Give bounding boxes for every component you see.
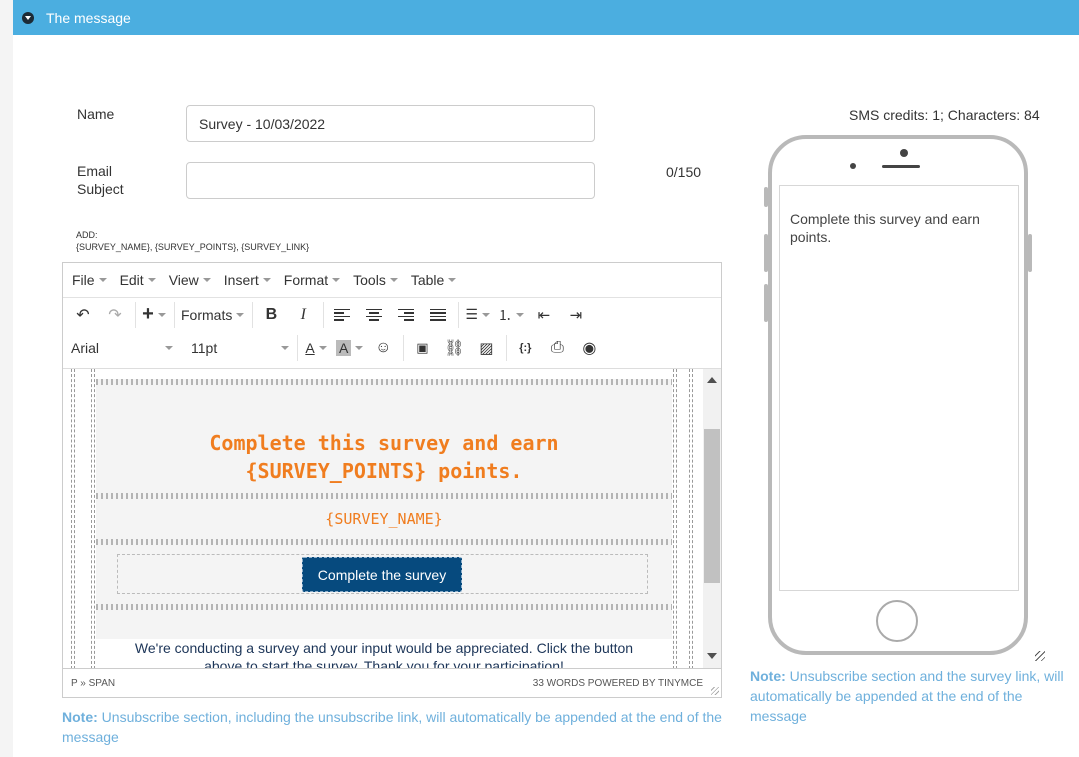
resize-handle-icon[interactable]	[711, 687, 719, 695]
panel-title: The message	[46, 9, 131, 26]
indent-icon[interactable]: ⇥	[564, 303, 588, 327]
menu-view[interactable]: View	[169, 272, 211, 288]
menu-edit[interactable]: Edit	[120, 272, 156, 288]
undo-icon[interactable]: ↶	[71, 303, 95, 327]
variables-icon[interactable]: {:}	[513, 336, 537, 360]
message-panel: The message Name Email Subject 0/150 ADD…	[13, 0, 1079, 757]
email-body-text: We're conducting a survey and your input…	[96, 639, 672, 668]
editor-statusbar: P » SPAN 33 WORDS POWERED BY TINYMCE	[63, 668, 721, 697]
font-size-dropdown[interactable]: 11pt	[181, 340, 297, 356]
menu-format[interactable]: Format	[284, 272, 341, 288]
phone-screen: Complete this survey and earn points.	[779, 185, 1019, 591]
numbered-list-icon[interactable]: ⒈	[498, 303, 524, 327]
name-label: Name	[77, 106, 115, 122]
panel-header[interactable]: The message	[13, 0, 1079, 35]
email-template: Complete this survey and earn {SURVEY_PO…	[96, 379, 672, 668]
redo-icon[interactable]: ↷	[103, 303, 127, 327]
editor-menubar: File Edit View Insert Format Tools Table	[63, 263, 721, 297]
outdent-icon[interactable]: ⇤	[532, 303, 556, 327]
subject-label: Email Subject	[77, 163, 124, 197]
editor-scrollbar[interactable]	[703, 369, 721, 668]
sms-note: Note: Unsubscribe section and the survey…	[750, 668, 1064, 724]
bullet-list-icon[interactable]: ☰	[465, 303, 490, 327]
editor-toolbar-2: Arial 11pt A A ☺ ▣ ⛓ ▨ {:} ⎙ ◉	[63, 331, 721, 365]
button-container: Complete the survey	[117, 554, 648, 594]
emoji-icon[interactable]: ☺	[371, 336, 395, 360]
subject-counter: 0/150	[666, 164, 702, 180]
add-tokens: ADD: {SURVEY_NAME}, {SURVEY_POINTS}, {SU…	[76, 230, 310, 252]
element-path[interactable]: P » SPAN	[71, 678, 115, 689]
sms-preview-text: Complete this survey and earn points.	[790, 211, 980, 245]
phone-resize-icon[interactable]	[1035, 651, 1045, 661]
formats-dropdown[interactable]: Formats	[181, 307, 245, 323]
word-count: 33 WORDS POWERED BY TINYMCE	[532, 677, 703, 689]
home-button-icon	[876, 600, 918, 642]
sensor-icon	[850, 163, 856, 169]
italic-icon[interactable]: I	[291, 303, 315, 327]
speaker-icon	[882, 165, 920, 168]
media-icon[interactable]: ▣	[410, 336, 434, 360]
preview-icon[interactable]: ◉	[577, 336, 601, 360]
link-icon[interactable]: ⛓	[442, 336, 466, 360]
rich-text-editor: File Edit View Insert Format Tools Table…	[62, 262, 722, 698]
email-headline: Complete this survey and earn {SURVEY_PO…	[209, 431, 559, 483]
complete-survey-button[interactable]: Complete the survey	[302, 557, 462, 592]
name-input[interactable]	[186, 105, 595, 142]
scroll-thumb[interactable]	[704, 429, 720, 583]
menu-insert[interactable]: Insert	[224, 272, 271, 288]
camera-icon	[900, 149, 908, 157]
menu-tools[interactable]: Tools	[353, 272, 398, 288]
editor-content[interactable]: Complete this survey and earn {SURVEY_PO…	[63, 368, 721, 668]
unsubscribe-note: Note: Unsubscribe section, including the…	[62, 709, 722, 745]
bold-icon[interactable]: B	[259, 303, 283, 327]
justify-icon[interactable]	[426, 303, 450, 327]
font-family-dropdown[interactable]: Arial	[71, 340, 181, 356]
align-right-icon[interactable]	[394, 303, 418, 327]
editor-toolbar: ↶ ↷ + Formats B I ☰ ⒈ ⇤ ⇥	[63, 297, 721, 331]
sms-credits: SMS credits: 1; Characters: 84	[849, 107, 1040, 123]
menu-table[interactable]: Table	[411, 272, 457, 288]
subject-input[interactable]	[186, 162, 595, 199]
scroll-down-icon[interactable]	[707, 653, 717, 659]
background-color-icon[interactable]: A	[336, 336, 364, 360]
text-color-icon[interactable]: A	[304, 336, 328, 360]
align-center-icon[interactable]	[362, 303, 386, 327]
collapse-toggle-icon[interactable]	[22, 11, 34, 24]
plus-icon[interactable]: +	[142, 303, 166, 327]
align-left-icon[interactable]	[330, 303, 354, 327]
phone-preview: Complete this survey and earn points.	[764, 135, 1032, 655]
menu-file[interactable]: File	[72, 272, 107, 288]
image-icon[interactable]: ▨	[474, 336, 498, 360]
scroll-up-icon[interactable]	[707, 377, 717, 383]
email-survey-name: {SURVEY_NAME}	[325, 510, 443, 528]
print-icon[interactable]: ⎙	[545, 336, 569, 360]
